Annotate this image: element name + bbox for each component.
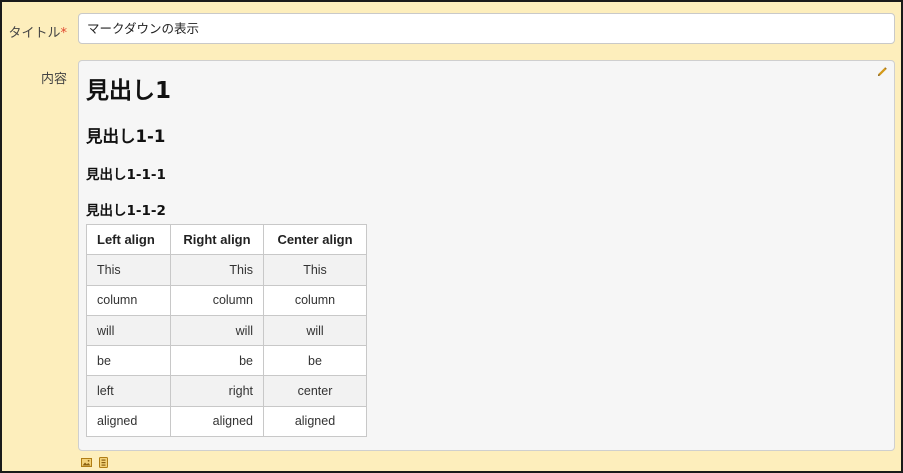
table-cell: This: [263, 254, 367, 286]
heading-1: 見出し1: [86, 78, 172, 104]
table-cell: aligned: [263, 405, 367, 438]
column-header: Right align: [170, 223, 264, 256]
title-input[interactable]: マークダウンの表示: [78, 13, 895, 44]
table-cell: column: [170, 284, 264, 316]
table-cell: center: [263, 375, 367, 407]
table-cell: column: [263, 284, 367, 316]
table-cell: will: [170, 314, 264, 347]
table-row: left right center: [86, 375, 367, 407]
column-header: Center align: [263, 223, 367, 256]
table-cell: be: [263, 345, 367, 377]
markdown-table: Left align Right align Center align This…: [86, 223, 367, 438]
table-row: be be be: [86, 345, 367, 377]
form-panel: タイトル* マークダウンの表示 内容 見出し1 見出し1-1 見出し1-1-1 …: [0, 0, 903, 473]
table-cell: This: [170, 254, 264, 286]
table-cell: This: [86, 254, 171, 286]
table-cell: left: [86, 375, 171, 407]
heading-3: 見出し1-1-1: [86, 167, 166, 183]
title-label: タイトル*: [8, 26, 68, 41]
image-icon[interactable]: [81, 457, 92, 468]
table-cell: be: [170, 345, 264, 377]
table-row: aligned aligned aligned: [86, 405, 367, 438]
table-row: This This This: [86, 254, 367, 286]
content-label: 内容: [40, 72, 67, 87]
table-row: will will will: [86, 314, 367, 347]
table-cell: right: [170, 375, 264, 407]
table-cell: will: [86, 314, 171, 347]
heading-2: 見出し1-1: [86, 127, 166, 146]
required-mark: *: [60, 26, 68, 41]
column-header: Left align: [86, 223, 171, 256]
table-cell: aligned: [170, 405, 264, 438]
pencil-icon[interactable]: [876, 66, 888, 78]
table-cell: aligned: [86, 405, 171, 438]
heading-4: 見出し1-1-2: [86, 203, 166, 219]
table-header-row: Left align Right align Center align: [86, 223, 367, 256]
table-cell: will: [263, 314, 367, 347]
attachment-icon[interactable]: [98, 457, 109, 468]
markdown-content-viewer[interactable]: 見出し1 見出し1-1 見出し1-1-1 見出し1-1-2 Left align…: [78, 60, 895, 451]
table-cell: be: [86, 345, 171, 377]
table-cell: column: [86, 284, 171, 316]
table-row: column column column: [86, 284, 367, 316]
